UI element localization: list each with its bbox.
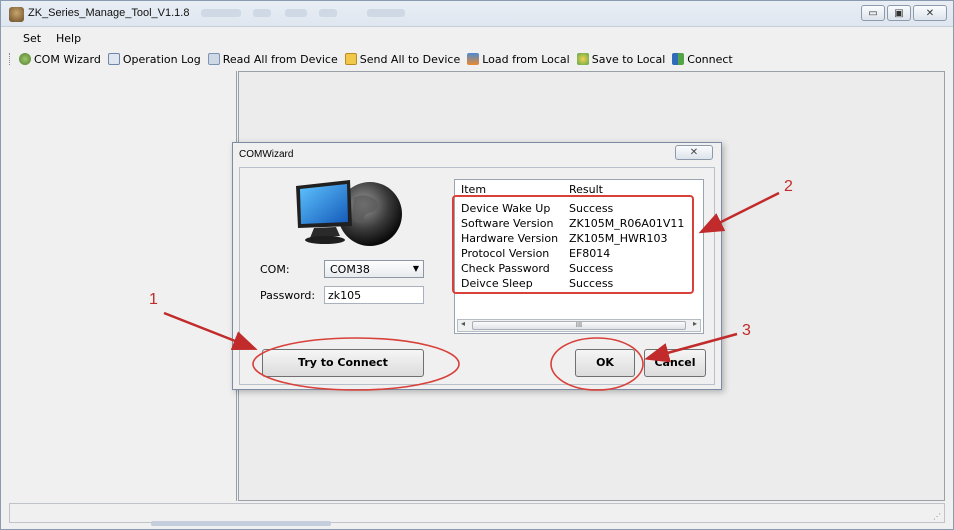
connect-button[interactable]: Connect (672, 52, 733, 66)
annotation-number-2: 2 (784, 178, 793, 195)
horizontal-scrollbar[interactable]: ◂ III ▸ (457, 319, 701, 332)
blurred-title-text (285, 9, 307, 17)
title-bar: ZK_Series_Manage_Tool_V1.1.8 ▭ ▣ ✕ (1, 1, 953, 27)
maximize-button[interactable]: ▣ (887, 5, 911, 21)
computer-globe-icon (296, 180, 402, 246)
com-port-select[interactable]: COM38 ▼ (324, 260, 424, 278)
wizard-icon (19, 53, 31, 65)
list-row[interactable]: Hardware Version ZK105M_HWR103 (461, 232, 701, 247)
blurred-title-text (367, 9, 405, 17)
list-row[interactable]: Deivce Sleep Success (461, 277, 701, 292)
dialog-title: COMWizard (239, 149, 294, 160)
row-item: Hardware Version (461, 232, 559, 245)
password-field[interactable]: zk105 (324, 286, 424, 304)
maximize-icon: ▣ (894, 7, 904, 19)
password-label: Password: (260, 289, 316, 302)
com-wizard-button[interactable]: COM Wizard (19, 53, 101, 66)
minimize-icon: ▭ (868, 7, 878, 19)
load-local-button[interactable]: Load from Local (467, 53, 570, 66)
operation-log-label: Operation Log (122, 52, 201, 66)
row-item: Check Password (461, 262, 550, 275)
row-result: Success (569, 277, 614, 290)
send-all-button[interactable]: Send All to Device (344, 52, 461, 66)
column-header-result[interactable]: Result (569, 183, 603, 196)
save-local-button[interactable]: Save to Local (576, 52, 666, 66)
menu-set[interactable]: Set (23, 32, 41, 45)
com-port-value: COM38 (330, 263, 370, 276)
toolbar: COM Wizard Operation Log Read All from D… (1, 49, 953, 69)
left-panel (9, 71, 237, 501)
close-icon: ✕ (925, 7, 935, 19)
scrollbar-thumb[interactable]: III (472, 321, 686, 330)
close-icon: ✕ (689, 147, 699, 158)
row-result: ZK105M_HWR103 (569, 232, 668, 245)
resize-grip-icon[interactable]: ⋰ (933, 512, 941, 521)
connect-label: Connect (687, 52, 733, 66)
save-local-label: Save to Local (591, 52, 666, 66)
main-window: ZK_Series_Manage_Tool_V1.1.8 ▭ ▣ ✕ Set H… (0, 0, 954, 530)
menu-help[interactable]: Help (56, 32, 81, 45)
row-item: Software Version (461, 217, 554, 230)
list-row[interactable]: Software Version ZK105M_R06A01V11 (461, 217, 701, 232)
com-wizard-dialog: COMWizard ✕ COM: COM38 ▼ Password: zk105… (232, 142, 722, 390)
row-result: ZK105M_R06A01V11 (569, 217, 685, 230)
load-local-icon (467, 53, 480, 65)
dialog-close-button[interactable]: ✕ (675, 145, 713, 160)
password-value: zk105 (328, 289, 362, 302)
close-button[interactable]: ✕ (913, 5, 947, 21)
load-local-label: Load from Local (482, 52, 570, 66)
annotation-number-3: 3 (742, 322, 751, 339)
results-list[interactable]: Item Result Device Wake Up Success Softw… (454, 179, 704, 334)
ok-button[interactable]: OK (575, 349, 635, 377)
read-all-label: Read All from Device (222, 52, 338, 66)
app-icon (9, 7, 24, 22)
cancel-button[interactable]: Cancel (644, 349, 706, 377)
dialog-title-bar: COMWizard ✕ (233, 143, 721, 165)
try-to-connect-button[interactable]: Try to Connect (262, 349, 424, 377)
operation-log-button[interactable]: Operation Log (107, 52, 201, 66)
column-header-item[interactable]: Item (461, 183, 486, 196)
annotation-number-1: 1 (149, 291, 158, 308)
list-header: Item Result (455, 180, 703, 196)
minimize-button[interactable]: ▭ (861, 5, 885, 21)
status-bar: ⋰ (9, 503, 945, 523)
blurred-title-text (319, 9, 337, 17)
scroll-right-icon[interactable]: ▸ (693, 319, 697, 328)
log-icon (107, 53, 120, 65)
row-result: Success (569, 262, 614, 275)
row-result: EF8014 (569, 247, 611, 260)
menu-bar: Set Help (1, 29, 953, 47)
scroll-left-icon[interactable]: ◂ (461, 319, 465, 328)
chevron-down-icon: ▼ (412, 264, 419, 273)
com-label: COM: (260, 263, 290, 276)
row-item: Deivce Sleep (461, 277, 533, 290)
blurred-title-text (253, 9, 271, 17)
connect-icon (672, 53, 685, 65)
row-result: Success (569, 202, 614, 215)
com-wizard-label: COM Wizard (34, 52, 101, 66)
list-row[interactable]: Protocol Version EF8014 (461, 247, 701, 262)
list-row[interactable]: Check Password Success (461, 262, 701, 277)
blurred-title-text (201, 9, 241, 17)
read-device-icon (207, 53, 220, 65)
row-item: Device Wake Up (461, 202, 551, 215)
taskbar-scroll-hint (151, 521, 331, 526)
send-all-label: Send All to Device (359, 52, 461, 66)
save-local-icon (576, 53, 589, 65)
read-all-button[interactable]: Read All from Device (207, 52, 338, 66)
dialog-body: COM: COM38 ▼ Password: zk105 Try to Conn… (239, 167, 715, 385)
send-device-icon (344, 53, 357, 65)
toolbar-grip[interactable] (9, 53, 12, 65)
row-item: Protocol Version (461, 247, 550, 260)
list-row[interactable]: Device Wake Up Success (461, 202, 701, 217)
window-title: ZK_Series_Manage_Tool_V1.1.8 (28, 7, 190, 19)
